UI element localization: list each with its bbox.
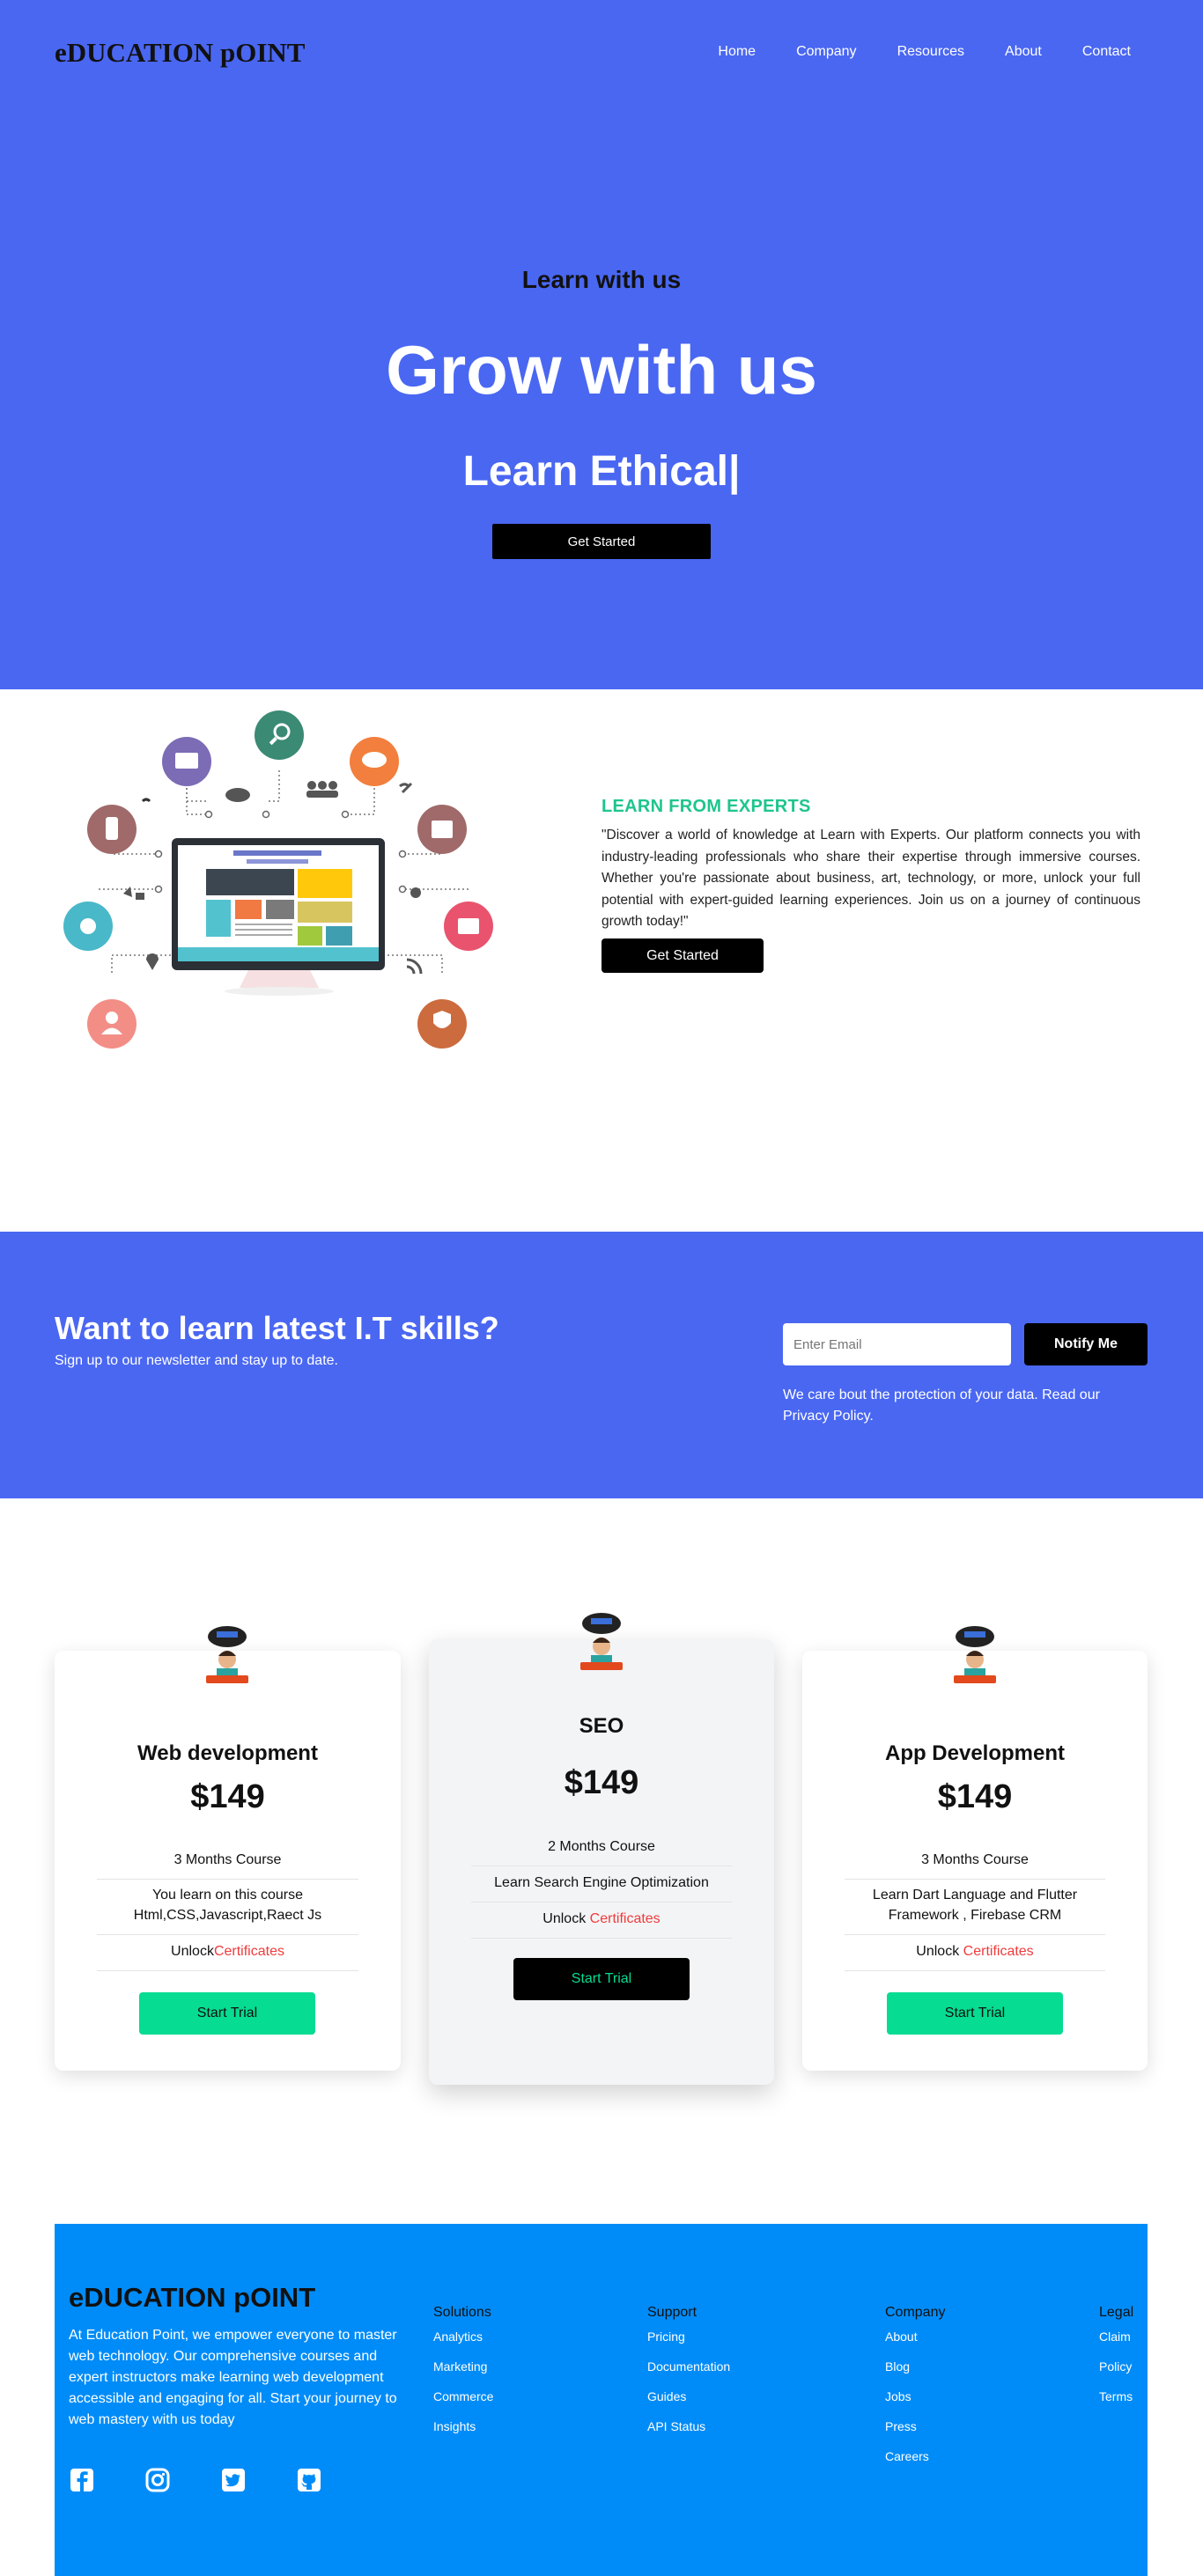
nav-contact[interactable]: Contact: [1082, 44, 1131, 60]
course-avatar-icon: [206, 1626, 248, 1683]
footer-col-title: Company: [885, 2305, 946, 2320]
hero-title: Grow with us: [386, 331, 817, 408]
footer-link[interactable]: Careers: [885, 2449, 945, 2463]
pin-icon: [146, 953, 159, 970]
card-title: SEO: [579, 1714, 624, 1738]
rss-icon: [406, 958, 423, 975]
start-trial-button[interactable]: Start Trial: [513, 1958, 690, 2000]
footer-link[interactable]: Analytics: [433, 2329, 493, 2344]
experts-description: "Discover a world of knowledge at Learn …: [602, 828, 1140, 929]
card-price: $149: [564, 1764, 639, 1801]
pricing-card-seo: SEO $149 2 Months Course Learn Search En…: [429, 1613, 774, 2085]
nav-company[interactable]: Company: [796, 44, 856, 60]
card-title: App Development: [884, 1741, 1066, 1765]
experts-get-started-button[interactable]: Get Started: [602, 938, 764, 973]
notify-me-button[interactable]: Notify Me: [1024, 1323, 1148, 1365]
github-icon[interactable]: [296, 2467, 322, 2493]
card-unlock: UnlockCertificates: [97, 1936, 358, 1971]
footer-about: At Education Point, we empower everyone …: [69, 2328, 397, 2427]
card-unlock: Unlock Certificates: [471, 1903, 732, 1939]
site-logo[interactable]: eDUCATION pOINT: [55, 37, 305, 69]
hero-typed-text: Learn Ethical|: [462, 448, 741, 495]
hero-section: eDUCATION pOINT Home Company Resources A…: [0, 0, 1203, 689]
cloud-icon: [225, 788, 250, 802]
footer-logo: eDUCATION pOINT: [69, 2282, 316, 2313]
card-price: $149: [937, 1778, 1013, 1815]
card-duration: 3 Months Course: [845, 1844, 1105, 1880]
card-feature: You learn on this course Html,CSS,Javasc…: [97, 1880, 358, 1935]
course-avatar-icon: [954, 1626, 996, 1683]
footer-col-title: Solutions: [433, 2305, 491, 2320]
footer-link[interactable]: About: [885, 2329, 945, 2344]
certificates-label: Certificates: [213, 1944, 284, 1959]
footer-link[interactable]: Documentation: [647, 2359, 730, 2374]
footer-col-title: Support: [647, 2305, 697, 2320]
bulb-icon: [410, 887, 421, 898]
instagram-icon[interactable]: [144, 2467, 171, 2493]
twitter-icon[interactable]: [220, 2467, 247, 2493]
newsletter-heading: Want to learn latest I.T skills?: [55, 1310, 499, 1346]
course-avatar-icon: [580, 1613, 623, 1670]
footer-link[interactable]: Terms: [1099, 2389, 1133, 2403]
start-trial-button[interactable]: Start Trial: [887, 1992, 1063, 2035]
footer-col-legal: Legal Claim Policy Terms: [1099, 2305, 1133, 2419]
learning-illustration: [63, 710, 493, 1049]
satellite-icon: [399, 782, 413, 794]
site-footer: eDUCATION pOINT At Education Point, we e…: [55, 2224, 1148, 2576]
card-price: $149: [190, 1778, 265, 1815]
experts-heading: LEARN FROM EXPERTS: [602, 797, 811, 816]
privacy-note: We care bout the protection of your data…: [783, 1387, 1100, 1424]
footer-link[interactable]: Claim: [1099, 2329, 1133, 2344]
unlock-label: Unlock: [916, 1944, 963, 1959]
footer-link[interactable]: Pricing: [647, 2329, 730, 2344]
card-duration: 3 Months Course: [97, 1844, 358, 1880]
email-input[interactable]: [783, 1323, 1011, 1365]
main-nav: Home Company Resources About Contact: [718, 44, 1131, 60]
footer-col-support: Support Pricing Documentation Guides API…: [647, 2305, 730, 2449]
card-unlock: Unlock Certificates: [845, 1936, 1105, 1971]
footer-link[interactable]: Jobs: [885, 2389, 945, 2403]
footer-col-title: Legal: [1099, 2305, 1134, 2320]
nav-resources[interactable]: Resources: [897, 44, 964, 60]
unlock-label: Unlock: [171, 1944, 214, 1959]
footer-col-solutions: Solutions Analytics Marketing Commerce I…: [433, 2305, 493, 2449]
footer-link[interactable]: API Status: [647, 2419, 730, 2433]
newsletter-subheading: Sign up to our newsletter and stay up to…: [55, 1353, 338, 1368]
pricing-card-web: Web development $149 3 Months Course You…: [55, 1626, 401, 2071]
nav-about[interactable]: About: [1005, 44, 1042, 60]
footer-link[interactable]: Blog: [885, 2359, 945, 2374]
certificates-label: Certificates: [589, 1911, 661, 1926]
certificates-label: Certificates: [963, 1944, 1034, 1959]
unlock-label: Unlock: [542, 1911, 590, 1926]
hero-get-started-button[interactable]: Get Started: [492, 524, 711, 559]
link-icon: [141, 798, 151, 803]
card-title: Web development: [137, 1741, 318, 1765]
magnifier-icon: [255, 710, 304, 760]
footer-link[interactable]: Insights: [433, 2419, 493, 2433]
nav-home[interactable]: Home: [718, 44, 756, 60]
facebook-icon[interactable]: [69, 2467, 95, 2493]
group-icon: [306, 781, 338, 798]
footer-link[interactable]: Policy: [1099, 2359, 1133, 2374]
card-feature: Learn Search Engine Optimization: [471, 1867, 732, 1903]
footer-link[interactable]: Marketing: [433, 2359, 493, 2374]
footer-link[interactable]: Commerce: [433, 2389, 493, 2403]
card-feature: Learn Dart Language and Flutter Framewor…: [845, 1880, 1105, 1935]
newsletter-section: Want to learn latest I.T skills? Sign up…: [0, 1232, 1203, 1498]
footer-col-company: Company About Blog Jobs Press Careers: [885, 2305, 945, 2479]
pricing-card-app: App Development $149 3 Months Course Lea…: [802, 1626, 1148, 2071]
start-trial-button[interactable]: Start Trial: [139, 1992, 315, 2035]
footer-link[interactable]: Press: [885, 2419, 945, 2433]
footer-link[interactable]: Guides: [647, 2389, 730, 2403]
hero-subtitle: Learn with us: [521, 266, 682, 293]
card-duration: 2 Months Course: [471, 1831, 732, 1866]
